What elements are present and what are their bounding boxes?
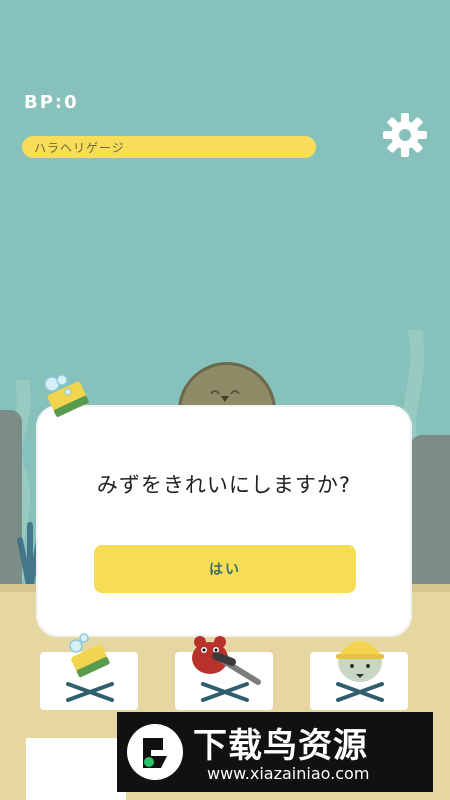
sponge-icon — [44, 374, 89, 417]
watermark-banner: 下载鸟资源 www.xiazainiao.com — [117, 712, 433, 792]
tray-stand-icon — [66, 682, 114, 702]
watermark-title: 下载鸟资源 — [193, 726, 368, 766]
watermark-url: www.xiazainiao.com — [207, 764, 370, 783]
sponge-tool-icon — [69, 633, 110, 678]
hunger-gauge-label: ハラヘリゲージ — [34, 141, 125, 155]
bp-counter: BP:0 — [24, 92, 79, 113]
dialog-message: みずをきれいにしますか? — [96, 473, 352, 497]
crab-tongs-icon — [192, 636, 261, 685]
fish-hardhat-icon — [336, 641, 384, 682]
gear-icon[interactable] — [382, 112, 428, 158]
bird-logo-icon — [127, 724, 183, 780]
rock-right-decoration — [410, 435, 450, 585]
game-screen: BP:0 ハラヘリゲージ みずをきれいにしますか? はい 下载鸟资源 www.x… — [0, 0, 450, 800]
yes-button[interactable]: はい — [94, 545, 356, 593]
yes-button-label: はい — [209, 562, 241, 578]
hunger-gauge: ハラヘリゲージ — [22, 136, 316, 158]
fish-face-icon — [210, 390, 240, 402]
clean-water-dialog: みずをきれいにしますか? はい — [36, 405, 412, 637]
bottom-panel — [26, 738, 126, 800]
